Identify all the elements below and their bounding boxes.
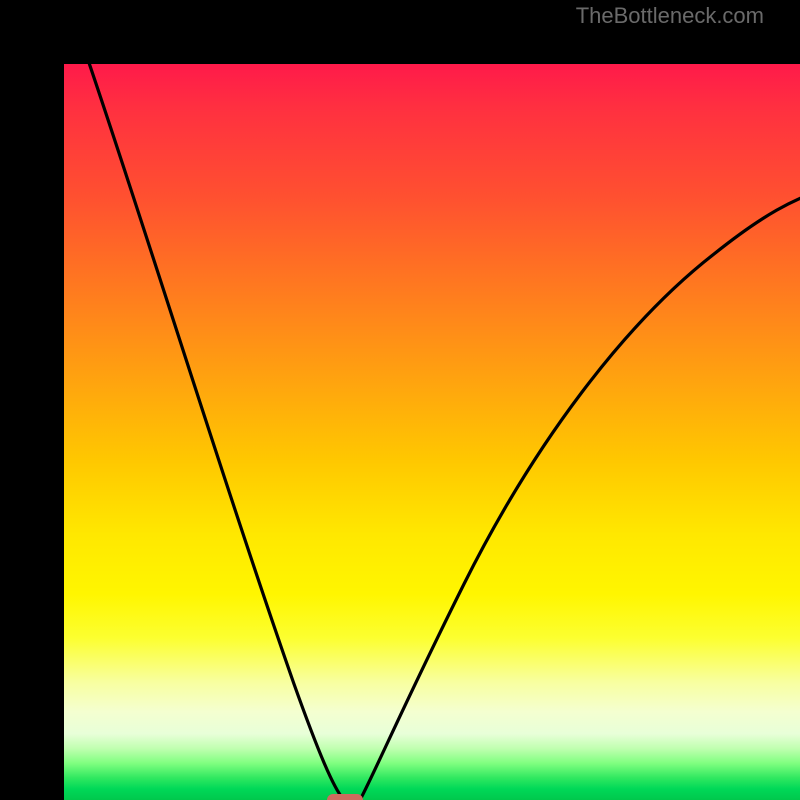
watermark-text: TheBottleneck.com [576,3,764,29]
curve-overlay [64,64,800,800]
bottleneck-marker [327,794,363,800]
left-curve [86,64,344,800]
chart-frame [0,0,800,800]
plot-area [64,64,800,800]
right-curve [360,189,800,800]
